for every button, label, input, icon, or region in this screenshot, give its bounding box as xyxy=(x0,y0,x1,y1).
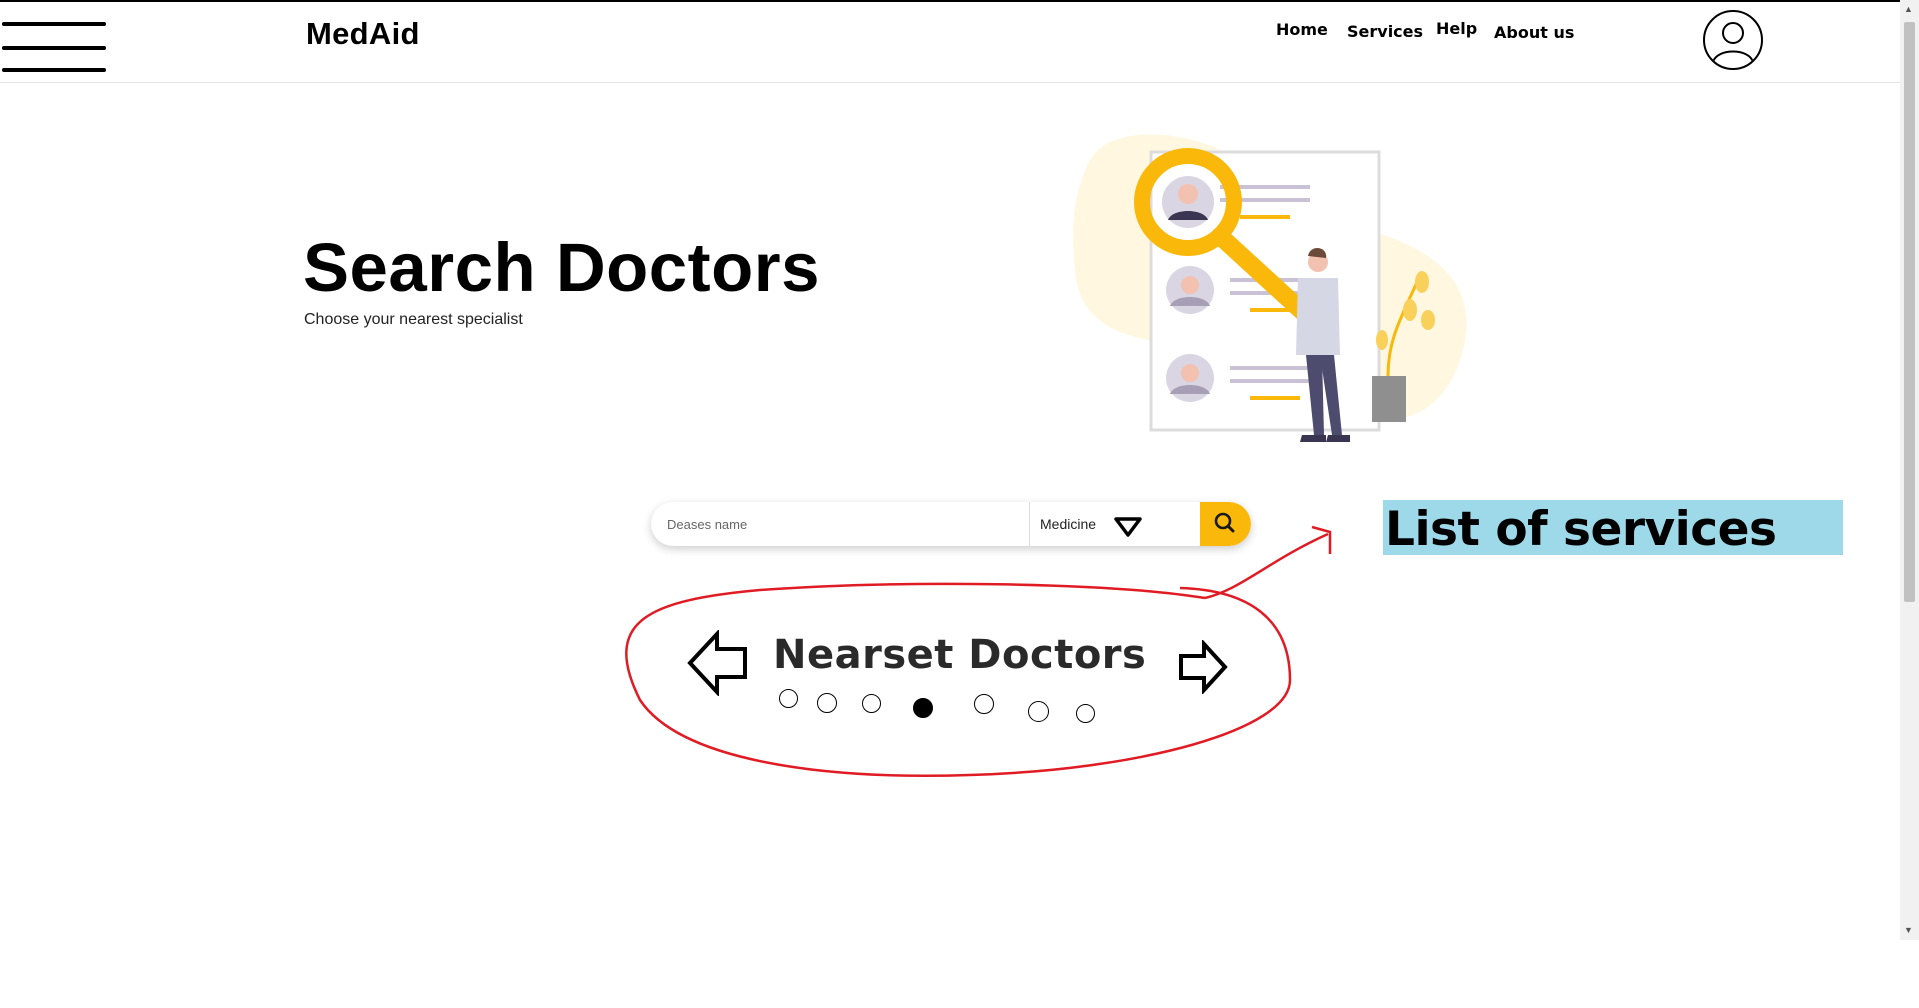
hamburger-menu-icon[interactable] xyxy=(2,20,106,72)
nav-services[interactable]: Services xyxy=(1347,22,1423,41)
scroll-thumb[interactable] xyxy=(1904,22,1915,602)
search-icon xyxy=(1214,512,1235,533)
annotation-label: List of services xyxy=(1385,502,1777,557)
brand-logo[interactable]: MedAid xyxy=(306,16,420,52)
category-select-value: Medicine xyxy=(1040,516,1097,532)
nav-about-us[interactable]: About us xyxy=(1494,23,1574,42)
arrow-left-icon[interactable] xyxy=(687,630,749,696)
doctor-search-illustration xyxy=(1073,134,1467,442)
navbar: MedAid Home Services Help About us xyxy=(0,2,1900,83)
page-scrollbar[interactable]: ▲ ▼ xyxy=(1900,0,1919,940)
carousel-dot-5[interactable] xyxy=(974,694,994,714)
disease-search-input[interactable] xyxy=(651,502,1029,546)
nearest-doctors-title: Nearset Doctors xyxy=(773,632,1147,678)
search-button[interactable] xyxy=(1200,502,1251,546)
carousel-dot-6[interactable] xyxy=(1028,701,1049,722)
page-subtitle: Choose your nearest specialist xyxy=(304,311,523,328)
user-profile-icon[interactable] xyxy=(1703,10,1763,70)
category-select[interactable]: Medicine xyxy=(1030,502,1200,546)
doctor-search-bar: Medicine xyxy=(651,502,1251,546)
carousel-dot-1[interactable] xyxy=(779,689,798,708)
nav-home[interactable]: Home xyxy=(1276,20,1328,39)
carousel-dot-2[interactable] xyxy=(817,693,837,713)
scroll-up-icon[interactable]: ▲ xyxy=(1904,4,1913,14)
triangle-down-icon xyxy=(1114,517,1142,537)
arrow-right-icon[interactable] xyxy=(1178,640,1228,694)
nav-help[interactable]: Help xyxy=(1436,19,1477,38)
carousel-dot-7[interactable] xyxy=(1076,704,1095,723)
list-of-services-annotation: List of services xyxy=(1383,500,1843,557)
carousel-dot-4[interactable] xyxy=(913,698,933,718)
carousel-dot-3[interactable] xyxy=(862,694,881,713)
scroll-down-icon[interactable]: ▼ xyxy=(1904,925,1913,935)
page-title: Search Doctors xyxy=(303,229,821,306)
